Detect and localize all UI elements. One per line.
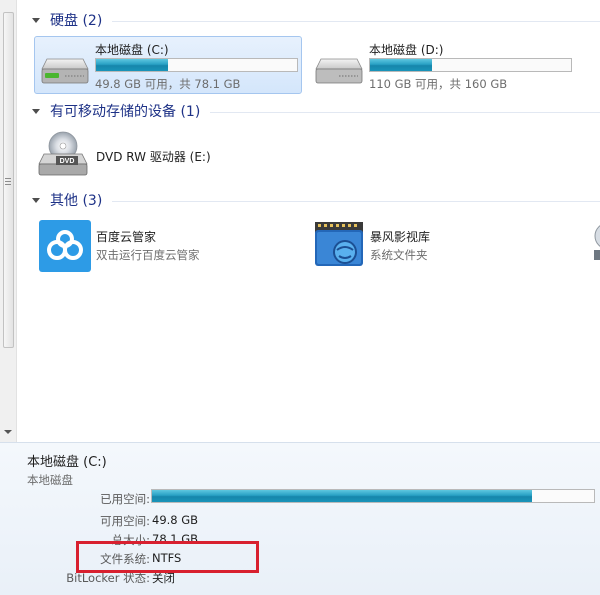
drive-usage-fill	[370, 59, 433, 71]
details-title: 本地磁盘 (C:)	[27, 455, 107, 470]
baofeng-library-item[interactable]: 暴风影视库 系统文件夹	[308, 216, 576, 274]
vertical-scrollbar[interactable]	[0, 0, 17, 442]
video-library-folder-icon	[315, 222, 363, 266]
used-space-label: 已用空间:	[100, 492, 150, 506]
drive-free-space: 110 GB 可用，共 160 GB	[369, 77, 508, 91]
drive-tile-c[interactable]: 本地磁盘 (C:) 49.8 GB 可用，共 78.1 GB	[34, 36, 302, 94]
item-subtitle: 系统文件夹	[370, 248, 428, 262]
group-divider	[112, 200, 600, 202]
baidu-cloud-item[interactable]: 百度云管家 双击运行百度云管家	[34, 216, 302, 274]
hard-drive-icon	[41, 58, 89, 84]
item-title: 暴风影视库	[370, 230, 431, 244]
hard-drive-icon	[315, 58, 363, 84]
collapse-triangle-icon[interactable]	[32, 108, 40, 114]
group-divider	[112, 20, 600, 22]
group-title: 硬盘 (2)	[50, 13, 103, 29]
item-title: 百度云管家	[96, 230, 157, 244]
drive-name: 本地磁盘 (D:)	[369, 43, 444, 57]
item-subtitle: 双击运行百度云管家	[96, 248, 200, 262]
network-item-icon[interactable]	[588, 222, 600, 262]
collapse-triangle-icon[interactable]	[32, 197, 40, 203]
drive-usage-bar	[95, 58, 298, 72]
dvd-drive-name: DVD RW 驱动器 (E:)	[96, 150, 211, 164]
dvd-drive-icon: DVD	[38, 131, 88, 176]
annotation-highlight-box	[76, 541, 259, 573]
group-header-other[interactable]: 其他 (3)	[24, 190, 600, 210]
group-header-removable[interactable]: 有可移动存储的设备 (1)	[24, 101, 600, 121]
free-space-value: 49.8 GB	[152, 513, 199, 527]
drive-free-space: 49.8 GB 可用，共 78.1 GB	[95, 77, 241, 91]
dvd-drive-item[interactable]: DVD DVD RW 驱动器 (E:)	[34, 126, 302, 182]
group-divider	[210, 111, 600, 113]
free-space-label: 可用空间:	[100, 514, 150, 528]
collapse-triangle-icon[interactable]	[32, 17, 40, 23]
group-header-hard-disks[interactable]: 硬盘 (2)	[24, 10, 600, 30]
drive-tile-d[interactable]: 本地磁盘 (D:) 110 GB 可用，共 160 GB	[308, 36, 576, 94]
used-space-fill	[152, 490, 533, 502]
dvd-label: DVD	[60, 158, 75, 165]
scroll-down-arrow-icon[interactable]	[4, 430, 12, 434]
used-space-bar	[151, 489, 595, 503]
drive-name: 本地磁盘 (C:)	[95, 43, 169, 57]
details-type: 本地磁盘	[27, 473, 73, 487]
baidu-cloud-icon	[39, 220, 91, 272]
drive-usage-bar	[369, 58, 572, 72]
details-pane: 本地磁盘 (C:) 本地磁盘 已用空间: 可用空间: 49.8 GB 总大小: …	[0, 442, 600, 595]
group-title: 其他 (3)	[50, 193, 103, 209]
drive-usage-fill	[96, 59, 169, 71]
scrollbar-grip	[5, 178, 11, 185]
group-title: 有可移动存储的设备 (1)	[50, 104, 201, 120]
